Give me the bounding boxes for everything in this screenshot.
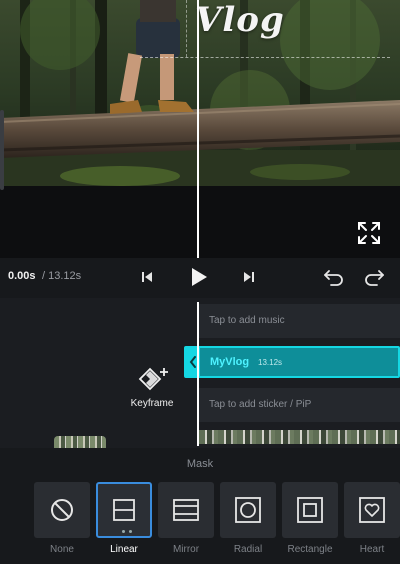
mask-option-mirror[interactable]: [158, 482, 214, 538]
video-editor-app: Vlog 0.00s / 13.12s Tap to add music MyV…: [0, 0, 400, 564]
mask-option-rectangle[interactable]: [282, 482, 338, 538]
selected-indicator-dots: [122, 530, 132, 533]
keyframe-add-icon: [138, 367, 168, 391]
clip-name: MyVlog: [210, 356, 250, 368]
clip-duration: 13.12s: [258, 358, 283, 367]
redo-icon[interactable]: [362, 266, 386, 288]
vlog-text-overlay[interactable]: Vlog: [195, 0, 285, 40]
mask-option-none[interactable]: [34, 482, 90, 538]
timeline-panel[interactable]: Tap to add music MyVlog 13.12s Tap to ad…: [0, 298, 400, 448]
mirror-mask-icon: [173, 499, 199, 521]
current-time: 0.00s: [8, 270, 36, 282]
mask-option-label: Rectangle: [287, 544, 333, 555]
none-circle-slash-icon: [51, 499, 73, 521]
text-bounding-box: [140, 57, 390, 58]
text-bounding-box-edge: [186, 0, 187, 57]
skip-to-start-icon[interactable]: [138, 268, 156, 286]
add-music-track[interactable]: Tap to add music: [199, 304, 400, 338]
mask-option-label: None: [50, 544, 74, 555]
total-duration: / 13.12s: [42, 270, 82, 282]
mask-option-linear[interactable]: [96, 482, 152, 538]
keyframe-label: Keyframe: [130, 398, 174, 409]
mask-option-label: Mirror: [172, 544, 200, 555]
playback-controls: 0.00s / 13.12s: [0, 258, 400, 298]
add-sticker-track[interactable]: Tap to add sticker / PiP: [199, 388, 400, 422]
mask-option-heart[interactable]: [344, 482, 400, 538]
playhead-line[interactable]: [197, 0, 199, 258]
video-thumbnail-strip: [199, 430, 400, 444]
side-drawer-handle[interactable]: [0, 110, 4, 190]
undo-icon[interactable]: [322, 266, 346, 288]
playhead-line[interactable]: [197, 302, 199, 446]
video-clip-track[interactable]: MyVlog 13.12s: [184, 346, 400, 378]
rectangle-mask-icon: [297, 497, 323, 523]
mask-panel-title: Mask: [186, 458, 214, 470]
keyframe-button[interactable]: Keyframe: [120, 364, 184, 412]
mask-option-label: Linear: [110, 544, 138, 555]
mask-option-label: Radial: [233, 544, 263, 555]
video-thumbnail-strip: [54, 436, 106, 448]
play-icon[interactable]: [186, 264, 212, 290]
skip-to-end-icon[interactable]: [240, 268, 258, 286]
mask-option-label: Heart: [359, 544, 385, 555]
fullscreen-expand-icon[interactable]: [356, 220, 382, 246]
radial-mask-icon: [235, 497, 261, 523]
mask-option-radial[interactable]: [220, 482, 276, 538]
add-music-label: Tap to add music: [209, 315, 285, 326]
add-sticker-label: Tap to add sticker / PiP: [209, 399, 312, 410]
mask-panel: Mask None Linear Mirror Radial Rectangle…: [0, 448, 400, 564]
video-preview[interactable]: Vlog: [0, 0, 400, 258]
linear-mask-icon: [113, 499, 135, 521]
heart-mask-icon: [359, 497, 385, 523]
